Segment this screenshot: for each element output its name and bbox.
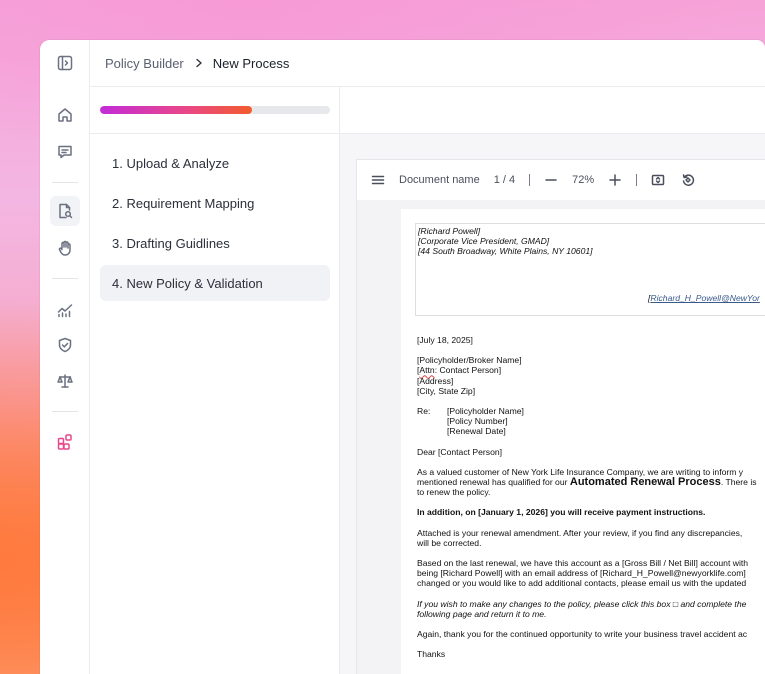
breadcrumb-policy-builder[interactable]: Policy Builder: [105, 56, 184, 71]
re-label: Re:: [417, 406, 431, 417]
progress-bar: [100, 106, 330, 114]
sidebar-toggle-icon[interactable]: [50, 48, 80, 78]
paragraph-line: will be corrected.: [417, 537, 482, 548]
attn-rest: : Contact Person]: [434, 365, 502, 376]
letterhead: [Richard Powell] [Corporate Vice Preside…: [415, 223, 765, 316]
re-block: Re: [Policyholder Name] [Policy Number] …: [417, 406, 765, 437]
paragraph-line: changed or you would like to add additio…: [417, 578, 747, 589]
paragraph-line: following page and return it to me.: [417, 608, 547, 619]
paragraph-bold: In addition, on [January 1, 2026] you wi…: [417, 507, 706, 518]
paragraph-line: If you wish to make any changes to the p…: [417, 598, 747, 609]
zoom-in-icon[interactable]: [608, 173, 622, 187]
chevron-right-icon: [196, 58, 202, 68]
apps-add-icon[interactable]: [50, 427, 80, 457]
toolbar-divider: [529, 174, 531, 186]
address-attn: [Attn: Contact Person]: [417, 365, 765, 375]
rail-divider: [52, 411, 78, 412]
step-drafting-guidelines[interactable]: 3. Drafting Guidlines: [100, 225, 330, 261]
letterhead-address: [44 South Broadway, White Plains, NY 106…: [418, 246, 593, 257]
text-run: mentioned renewal has qualified for our: [417, 477, 570, 488]
address-line: [Address]: [417, 375, 454, 386]
toolbar-divider: [636, 174, 638, 186]
rail-divider: [52, 182, 78, 183]
document-page: [Richard Powell] [Corporate Vice Preside…: [401, 209, 765, 674]
document-search-icon[interactable]: [50, 196, 80, 226]
breadcrumb-current: New Process: [212, 55, 290, 71]
step-upload-analyze[interactable]: 1. Upload & Analyze: [100, 145, 330, 181]
attn-word: Attn: [419, 365, 435, 376]
step-new-policy-validation[interactable]: 4. New Policy & Validation: [100, 265, 330, 301]
letter-body: [July 18, 2025] [Policyholder/Broker Nam…: [417, 335, 765, 659]
hand-icon[interactable]: [50, 233, 80, 263]
paragraph-line: to renew the policy.: [417, 487, 491, 498]
zoom-out-icon[interactable]: [544, 173, 558, 187]
re-line: [Renewal Date]: [447, 426, 506, 437]
letter-date: [July 18, 2025]: [417, 335, 473, 345]
home-icon[interactable]: [50, 100, 80, 130]
paragraph-line: being [Richard Powell] with an email add…: [417, 568, 746, 579]
email-link[interactable]: Richard_H_Powell@NewYor: [650, 293, 760, 303]
app-window: Policy Builder New Process 1. Upload & A…: [40, 40, 765, 674]
viewer-toolbar: Document name 1 / 4 72%: [357, 160, 765, 200]
document-viewer: Document name 1 / 4 72% [Richard Powell]…: [356, 159, 765, 674]
chat-icon[interactable]: [50, 137, 80, 167]
breadcrumb: Policy Builder New Process: [90, 40, 765, 87]
content-top-bar: [340, 87, 765, 134]
zoom-level: 72%: [572, 174, 595, 186]
paragraph-line: Attached is your renewal amendment. Afte…: [417, 527, 743, 538]
analytics-icon[interactable]: [50, 295, 80, 325]
scale-icon[interactable]: [50, 366, 80, 396]
re-line: [Policyholder Name]: [447, 406, 524, 417]
letterhead-name: [Richard Powell]: [418, 226, 481, 236]
step-requirement-mapping[interactable]: 2. Requirement Mapping: [100, 185, 330, 221]
steps-divider: [90, 133, 339, 134]
letterhead-title: [Corporate Vice President, GMAD]: [418, 236, 550, 247]
paragraph-line: mentioned renewal has qualified for our …: [417, 476, 765, 489]
fit-page-icon[interactable]: [651, 173, 665, 187]
closing: Thanks: [417, 649, 446, 660]
paragraph-line: Again, thank you for the continued oppor…: [417, 629, 748, 640]
page-indicator: 1 / 4: [493, 174, 516, 186]
menu-icon[interactable]: [371, 173, 385, 187]
icon-rail: [40, 40, 90, 674]
text-run: . There is: [720, 477, 757, 488]
content-area: Document name 1 / 4 72% [Richard Powell]…: [340, 87, 765, 674]
rail-divider: [52, 278, 78, 279]
shield-check-icon[interactable]: [50, 330, 80, 360]
salutation: Dear [Contact Person]: [417, 446, 503, 457]
address-line: [City, State Zip]: [417, 385, 476, 396]
document-name: Document name: [399, 174, 480, 186]
steps-panel: 1. Upload & Analyze 2. Requirement Mappi…: [90, 87, 340, 674]
rotate-icon[interactable]: [681, 173, 695, 187]
address-line: [Policyholder/Broker Name]: [417, 355, 522, 366]
re-line: [Policy Number]: [447, 416, 508, 427]
progress-bar-fill: [100, 106, 252, 114]
letterhead-email: [Richard_H_Powell@NewYor: [648, 293, 760, 303]
text-run-bold: Automated Renewal Process: [569, 476, 721, 489]
paragraph-line: Based on the last renewal, we have this …: [417, 558, 749, 569]
